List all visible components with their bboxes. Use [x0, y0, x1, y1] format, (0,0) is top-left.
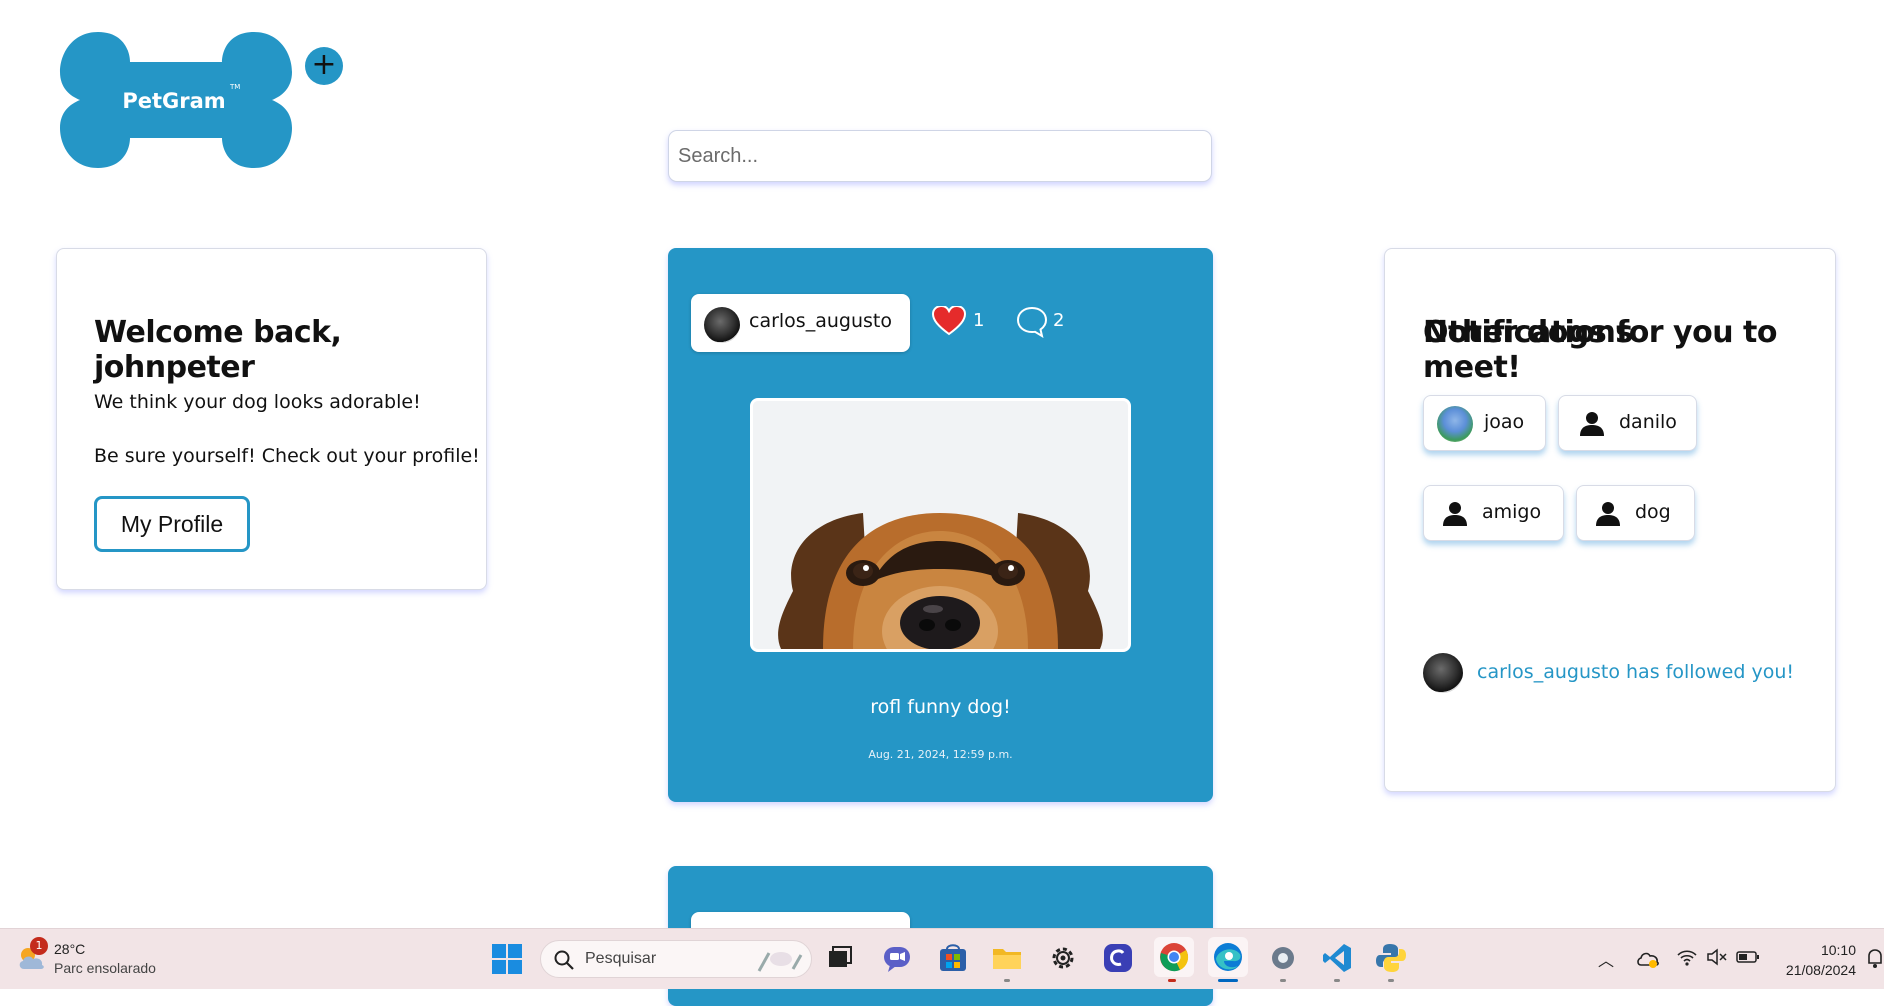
like-count: 1: [973, 310, 985, 331]
teams-chat-icon[interactable]: [880, 941, 914, 975]
taskbar: 1 28°C Parc ensolarado Pesquisar ︿ 10:10…: [0, 928, 1884, 989]
search-icon: [554, 950, 574, 970]
notifications-title: Notifications: [1423, 315, 1633, 350]
notification-bell-icon[interactable]: [1866, 947, 1884, 969]
settings-gear-icon[interactable]: [1046, 941, 1080, 975]
add-post-button[interactable]: +: [305, 47, 343, 85]
show-hidden-icons-chevron-up-icon[interactable]: ︿: [1598, 947, 1614, 971]
chrome-icon: [1160, 943, 1189, 972]
post-image[interactable]: [750, 398, 1131, 652]
welcome-line-1: We think your dog looks adorable!: [94, 391, 421, 413]
author-name: carlos_augusto: [749, 310, 892, 332]
post-caption: rofl funny dog!: [870, 696, 1011, 718]
taskbar-clock[interactable]: 10:10 21/08/2024: [1786, 940, 1856, 980]
wifi-icon[interactable]: [1676, 947, 1698, 967]
vscode-icon[interactable]: [1320, 941, 1354, 975]
running-indicator: [1280, 979, 1286, 982]
heart-icon[interactable]: [932, 306, 966, 336]
post-date: Aug. 21, 2024, 12:59 p.m.: [868, 748, 1013, 761]
dog-chip-dog[interactable]: dog: [1576, 485, 1695, 541]
python-idle-icon[interactable]: [1374, 941, 1408, 975]
logo-tm: TM: [229, 83, 240, 91]
running-indicator: [1334, 979, 1340, 982]
dog-chip-joao[interactable]: joao: [1423, 395, 1546, 451]
meet-dogs-card: Other dogs for you to meet! joao danilo …: [1384, 248, 1836, 792]
avatar: [1437, 406, 1473, 442]
task-view-icon[interactable]: [823, 941, 857, 975]
search-highlight-icon: [757, 952, 803, 972]
comment-icon[interactable]: [1016, 306, 1048, 338]
welcome-line-2: Be sure yourself! Check out your profile…: [94, 445, 480, 467]
store-icon[interactable]: [936, 941, 970, 975]
file-explorer-icon[interactable]: [990, 941, 1024, 975]
taskbar-search[interactable]: Pesquisar: [540, 940, 812, 978]
petgram-logo[interactable]: PetGram TM: [58, 32, 294, 168]
running-indicator: [1168, 979, 1176, 982]
settings-icon[interactable]: [1266, 941, 1300, 975]
notification-item[interactable]: carlos_augusto has followed you!: [1477, 661, 1794, 683]
active-indicator: [1218, 979, 1238, 982]
volume-muted-icon[interactable]: [1706, 947, 1728, 967]
clock-time: 10:10: [1820, 942, 1856, 958]
author-avatar: [704, 307, 740, 343]
dog-chip-danilo[interactable]: danilo: [1558, 395, 1697, 451]
clock-date: 21/08/2024: [1785, 962, 1856, 978]
weather-badge: 1: [30, 937, 48, 955]
running-indicator: [1388, 979, 1394, 982]
taskbar-search-placeholder: Pesquisar: [585, 950, 657, 967]
windows-start-icon[interactable]: [492, 944, 522, 974]
edge-taskbar-button[interactable]: [1208, 937, 1248, 977]
chrome-taskbar-button[interactable]: [1154, 937, 1194, 977]
person-icon: [1580, 412, 1604, 436]
weather-temperature[interactable]: 28°C: [54, 941, 85, 957]
welcome-card: Welcome back, johnpeter We think your do…: [56, 248, 487, 590]
dog-name: dog: [1635, 501, 1671, 523]
battery-icon[interactable]: [1736, 949, 1760, 965]
comment-count: 2: [1053, 310, 1065, 331]
dog-photo: [753, 401, 1128, 649]
person-icon: [1596, 502, 1620, 526]
post-author[interactable]: carlos_augusto: [691, 294, 910, 352]
dog-name: danilo: [1619, 411, 1677, 433]
logo-text: PetGram: [122, 89, 225, 113]
dog-name: joao: [1484, 411, 1525, 433]
welcome-title: Welcome back, johnpeter: [94, 315, 342, 385]
app-c-icon[interactable]: [1101, 941, 1135, 975]
weather-condition[interactable]: Parc ensolarado: [54, 960, 156, 976]
dog-name: amigo: [1482, 501, 1542, 523]
notification-avatar: [1423, 653, 1463, 693]
my-profile-button[interactable]: My Profile: [94, 496, 250, 552]
running-indicator: [1004, 979, 1010, 982]
edge-icon: [1214, 943, 1242, 971]
person-icon: [1443, 502, 1467, 526]
dog-chip-amigo[interactable]: amigo: [1423, 485, 1564, 541]
onedrive-icon[interactable]: [1636, 947, 1660, 969]
post-card: carlos_augusto 1 2 rofl funny dog! Aug. …: [668, 248, 1213, 802]
search-input[interactable]: [668, 130, 1212, 182]
